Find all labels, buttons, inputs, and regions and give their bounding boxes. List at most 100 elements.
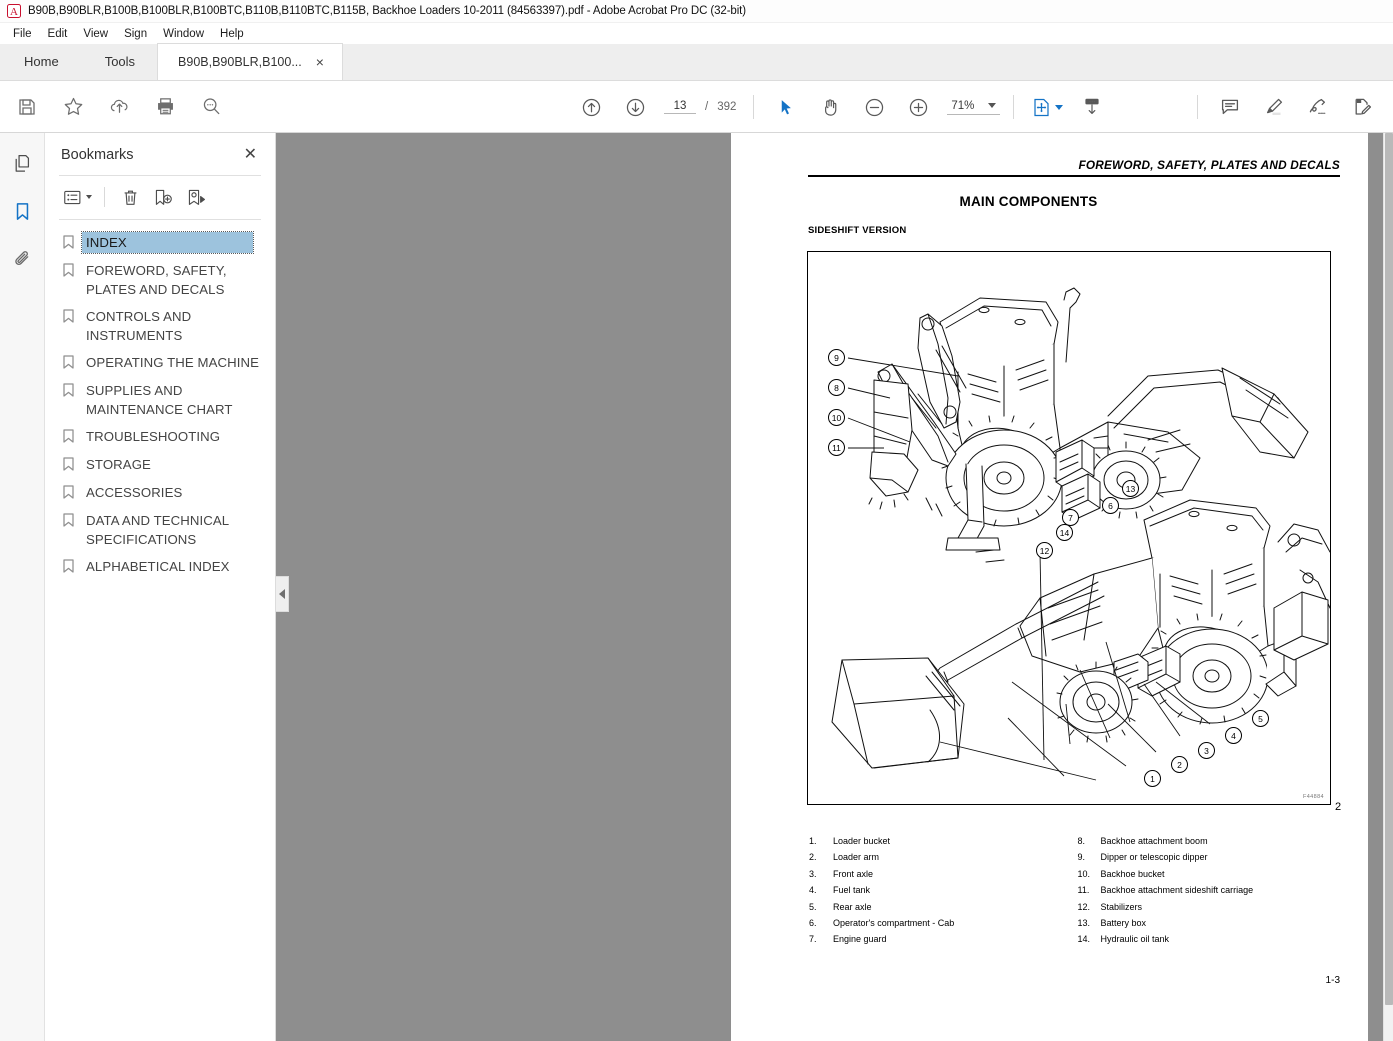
menu-sign[interactable]: Sign [116,26,155,42]
bookmark-label: OPERATING THE MACHINE [86,355,260,370]
sign-icon[interactable] [1299,88,1337,126]
navigation-rail [0,133,45,1041]
bookmark-label: TROUBLESHOOTING [86,429,221,444]
menu-file[interactable]: File [5,26,40,42]
legend-row: 9. Dipper or telescopic dipper [1076,849,1345,865]
toolbar-divider-2 [1013,95,1015,119]
legend-number: 7. [809,934,817,945]
callout-11: 11 [828,439,845,456]
bookmark-label: CONTROLS AND INSTRUMENTS [86,309,192,343]
callout-9: 9 [828,349,845,366]
callout-1: 1 [1144,770,1161,787]
collapse-sidebar-button[interactable] [276,576,289,612]
legend-number: 1. [809,836,817,846]
scrollbar-thumb[interactable] [1385,133,1393,1005]
bookmarks-panel-title: Bookmarks [61,147,134,163]
document-viewer[interactable]: FOREWORD, SAFETY, PLATES AND DECALS MAIN… [276,133,1393,1041]
legend-text: Operator's compartment - Cab [833,918,955,929]
cursor-select-icon[interactable] [767,88,805,126]
tab-close-icon[interactable]: × [314,55,326,69]
menu-window[interactable]: Window [155,26,212,42]
list-item[interactable]: FOREWORD, SAFETY, PLATES AND DECALS [45,257,275,303]
previous-page-icon[interactable] [572,88,610,126]
tab-tools[interactable]: Tools [83,43,157,80]
document-scrollbar[interactable] [1383,133,1393,1041]
tab-document[interactable]: B90B,B90BLR,B100... × [157,43,343,80]
legend-row: 11. Backhoe attachment sideshift carriag… [1076,882,1345,898]
figure-code: F44884 [1302,794,1324,800]
close-icon[interactable]: ✕ [240,145,261,165]
print-icon[interactable] [146,88,184,126]
attachments-icon[interactable] [6,243,38,275]
callout-3: 3 [1198,742,1215,759]
legend-text: Front axle [833,868,874,879]
legend-number: 13. [1077,918,1091,929]
zoom-in-icon[interactable] [899,88,937,126]
bookmark-item-icon [63,309,74,328]
chevron-down-icon [988,103,997,108]
bookmarks-icon[interactable] [6,195,38,227]
bookmarks-panel: Bookmarks ✕ INDEX FOREWORD, SAFETY, PLAT… [45,133,276,1041]
list-item[interactable]: SUPPLIES AND MAINTENANCE CHART [45,377,275,423]
tab-home[interactable]: Home [0,43,83,80]
tab-home-label: Home [24,54,59,69]
bookmark-item-icon [63,263,74,282]
legend-number: 9. [1077,852,1086,863]
new-bookmark-icon[interactable] [148,184,178,210]
goto-bookmark-icon[interactable] [181,184,211,210]
fill-sign-icon[interactable] [1343,88,1381,126]
upload-cloud-icon[interactable] [100,88,138,126]
svg-text:A: A [10,6,18,18]
list-item[interactable]: ALPHABETICAL INDEX [45,553,275,581]
legend-row: 1. Loader bucket [807,833,1076,849]
callout-5: 5 [1252,710,1269,727]
list-item[interactable]: TROUBLESHOOTING [45,423,275,451]
legend-column-right: 8. Backhoe attachment boom 9. Dipper or … [1076,833,1345,948]
bookmark-item-icon [63,559,74,578]
page-thumbnails-icon[interactable] [6,147,38,179]
menu-help[interactable]: Help [212,26,252,42]
legend-row: 14. Hydraulic oil tank [1076,931,1345,947]
hand-pan-icon[interactable] [811,88,849,126]
page-scroll-icon[interactable] [1073,88,1111,126]
callout-4: 4 [1225,727,1242,744]
menu-edit[interactable]: Edit [40,26,76,42]
legend-text: Battery box [1100,918,1147,929]
legend-number: 12. [1077,901,1091,912]
callout-6: 6 [1102,497,1119,514]
bookmarks-panel-header: Bookmarks ✕ [45,133,275,175]
page-number-input[interactable] [664,100,696,114]
list-item[interactable]: STORAGE [45,451,275,479]
save-icon[interactable] [8,88,46,126]
highlight-icon[interactable] [1255,88,1293,126]
legend-text: Loader arm [833,852,880,863]
tab-strip: Home Tools B90B,B90BLR,B100... × [0,43,1393,81]
zoom-level-select[interactable]: 71% [947,100,1001,115]
menu-view[interactable]: View [75,26,116,42]
bookmark-options-icon[interactable] [61,184,94,210]
legend-text: Engine guard [833,934,887,945]
bookmark-item-icon [63,485,74,504]
list-item[interactable]: OPERATING THE MACHINE [45,349,275,377]
figure-box: 9 8 10 11 13 6 7 14 12 5 4 3 2 1 F44884 [807,251,1331,805]
list-item[interactable]: ACCESSORIES [45,479,275,507]
acrobat-logo-icon: A [7,4,21,18]
search-icon[interactable] [192,88,230,126]
fit-page-icon[interactable] [1027,88,1067,126]
legend-row: 7. Engine guard [807,931,1076,947]
legend-number: 6. [809,918,817,929]
star-icon[interactable] [54,88,92,126]
delete-bookmark-icon[interactable] [115,184,145,210]
callout-10: 10 [828,409,845,426]
comment-icon[interactable] [1211,88,1249,126]
legend-text: Loader bucket [833,836,891,846]
legend-number: 3. [809,868,817,879]
bookmarks-list[interactable]: INDEX FOREWORD, SAFETY, PLATES AND DECAL… [45,220,275,1041]
bookmark-label: ACCESSORIES [86,485,183,500]
list-item[interactable]: DATA AND TECHNICAL SPECIFICATIONS [45,507,275,553]
zoom-out-icon[interactable] [855,88,893,126]
next-page-icon[interactable] [616,88,654,126]
legend-row: 3. Front axle [807,866,1076,882]
list-item[interactable]: INDEX [45,229,275,257]
list-item[interactable]: CONTROLS AND INSTRUMENTS [45,303,275,349]
